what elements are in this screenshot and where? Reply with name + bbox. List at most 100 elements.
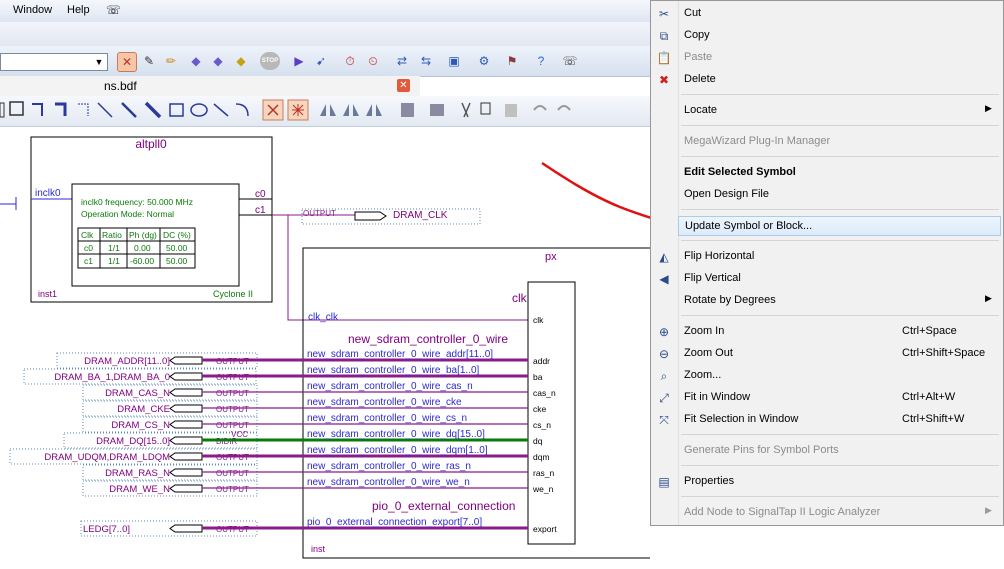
altpll-th-clk: Clk — [81, 230, 94, 240]
compile-icon[interactable]: ◆ — [187, 52, 205, 70]
menu-item-properties[interactable]: ▤ Properties — [651, 472, 1003, 492]
wire-label-1: new_sdram_controller_0_wire_ba[1..0] — [307, 365, 480, 376]
oval-tool-icon — [190, 103, 208, 117]
pin-name-5[interactable]: DRAM_DQ[15..0] — [96, 436, 170, 447]
analysis-icon[interactable]: ◆ — [209, 52, 227, 70]
signaltap-icon[interactable]: ⚑ — [503, 52, 521, 70]
block-editor-toolbar-icons — [0, 99, 571, 121]
programmer-icon[interactable]: ⚙ — [475, 52, 493, 70]
scissors-icon: ✂ — [658, 7, 670, 21]
pin-name-4[interactable]: DRAM_CS_N — [111, 420, 170, 431]
cut-icon — [461, 102, 471, 118]
port-0: addr — [533, 356, 550, 366]
synthesis-icon[interactable]: ◆ — [232, 52, 250, 70]
menu-item-fit-selection-in-window[interactable]: ⤧ Fit Selection in Window Ctrl+Shift+W — [651, 410, 1003, 430]
altpll-block[interactable] — [30, 136, 273, 303]
px-clk-port: clk — [533, 315, 544, 325]
stop-icon[interactable]: STOP — [260, 52, 280, 70]
px-inst: inst — [311, 544, 326, 554]
pin-name-7[interactable]: DRAM_RAS_N — [105, 468, 170, 479]
menu-item-label: Generate Pins for Symbol Ports — [684, 444, 839, 456]
rtl-viewer-icon[interactable]: ⇆ — [417, 52, 435, 70]
menu-item-zoom-out[interactable]: ⊖ Zoom Out Ctrl+Shift+Space — [651, 344, 1003, 364]
symbol-tool-icon — [9, 101, 24, 116]
menu-item-open-design-file[interactable]: Open Design File — [651, 185, 1003, 205]
menu-item-flip-vertical[interactable]: ◀ Flip Vertical — [651, 269, 1003, 289]
port-export: export — [533, 524, 557, 534]
menu-item-shortcut: Ctrl+Alt+W — [902, 391, 956, 403]
menu-item-update-symbol-or-block[interactable]: Update Symbol or Block... — [678, 216, 1001, 236]
pin-name-2[interactable]: DRAM_CAS_N — [105, 388, 170, 399]
delete-icon: ✖ — [658, 73, 670, 87]
menu-separator — [681, 434, 999, 435]
altpll-c1-ratio: 1/1 — [108, 256, 120, 266]
menu-help[interactable]: Help — [67, 4, 90, 16]
altpll-th-ratio: Ratio — [102, 230, 122, 240]
pen-icon[interactable]: ✎ — [140, 52, 158, 70]
start-icon[interactable]: ▶ — [290, 52, 308, 70]
selection-tool-icon[interactable]: ✕ — [117, 52, 137, 72]
pin-type-2: OUTPUT — [216, 389, 249, 398]
chip-planner-icon[interactable]: ▣ — [445, 52, 463, 70]
altpll-inclk0: inclk0 — [35, 188, 61, 199]
whats-this-icon[interactable]: ☏ — [561, 52, 579, 70]
menu-item-zoom[interactable]: ⌕ Zoom... — [651, 366, 1003, 386]
altpll-info-freq: inclk0 frequency: 50.000 MHz — [81, 197, 193, 207]
pin-name-ledg[interactable]: LEDG[7..0] — [83, 524, 130, 535]
port-5: dq — [533, 436, 543, 446]
menu-item-locate[interactable]: Locate ▶ — [651, 101, 1003, 121]
px-clk-title: clk — [512, 291, 528, 305]
menu-separator — [681, 94, 999, 95]
document-tab[interactable] — [0, 76, 420, 96]
dram-clk-pin-type: OUTPUT — [303, 209, 336, 218]
px-pio-title: pio_0_external_connection — [372, 499, 515, 513]
menu-item-paste: 📋 Paste — [651, 48, 1003, 68]
submenu-arrow-icon: ▶ — [985, 293, 992, 303]
menu-item-label: Fit Selection in Window — [684, 413, 799, 425]
px-clk-net: clk_clk — [308, 312, 339, 323]
menu-item-edit-selected-symbol[interactable]: Edit Selected Symbol — [651, 163, 1003, 183]
timing-icon[interactable]: ⏱ — [341, 52, 359, 70]
menu-window[interactable]: Window — [13, 4, 52, 16]
pin-shape-ledg — [169, 524, 203, 533]
altpll-c0-dc: 50.00 — [166, 243, 188, 253]
help-icon[interactable]: ? — [532, 52, 550, 70]
altpll-name: altpll0 — [135, 137, 167, 151]
pin-name-3[interactable]: DRAM_CKE — [117, 404, 170, 415]
whats-this-icon[interactable]: ☏ — [106, 3, 121, 17]
pin-name-6[interactable]: DRAM_UDQM,DRAM_LDQM — [44, 452, 170, 463]
zoom-in-icon: ⊕ — [658, 325, 670, 339]
pin-name-0[interactable]: DRAM_ADDR[11..0] — [84, 356, 170, 367]
fit-selection-icon: ⤧ — [659, 413, 669, 427]
start-analysis-icon[interactable]: ➹ — [312, 52, 330, 70]
pin-name-1[interactable]: DRAM_BA_1,DRAM_BA_0 — [54, 372, 170, 383]
wire-label-export: pio_0_external_connection_export[7..0] — [307, 517, 482, 528]
flip-horizontal-icon: ◭ — [659, 250, 669, 264]
netlist-icon[interactable]: ⇄ — [393, 52, 411, 70]
menu-item-flip-horizontal[interactable]: ◭ Flip Horizontal — [651, 247, 1003, 267]
menu-item-copy[interactable]: ⧉ Copy — [651, 26, 1003, 46]
zoom-out-icon: ⊖ — [658, 347, 670, 361]
menu-item-fit-in-window[interactable]: ⤢ Fit in Window Ctrl+Alt+W — [651, 388, 1003, 408]
px-name: px — [545, 251, 557, 263]
timing-analyzer-icon[interactable]: ⏲ — [364, 52, 382, 70]
altpll-device: Cyclone II — [213, 289, 253, 299]
menu-item-cut[interactable]: ✂ Cut — [651, 4, 1003, 24]
menu-item-delete[interactable]: ✖ Delete — [651, 70, 1003, 90]
pin-name-8[interactable]: DRAM_WE_N — [109, 484, 170, 495]
wire-label-2: new_sdram_controller_0_wire_cas_n — [307, 381, 473, 392]
menu-item-label: Copy — [684, 29, 710, 41]
dram-clk-pin-shape — [354, 211, 387, 221]
block-editor-toolbar — [0, 96, 650, 127]
menu-item-rotate-by-degrees[interactable]: Rotate by Degrees ▶ — [651, 291, 1003, 311]
pencil-icon[interactable]: ✏ — [162, 52, 180, 70]
menu-item-label: Cut — [684, 7, 702, 19]
menu-item-label: Add Node to SignalTap II Logic Analyzer — [684, 506, 881, 518]
copy-icon — [480, 102, 491, 115]
menu-item-zoom-in[interactable]: ⊕ Zoom In Ctrl+Space — [651, 322, 1003, 342]
menu-item-label: Zoom Out — [684, 347, 733, 359]
flip-horizontal-icon — [320, 104, 336, 116]
document-tab-title[interactable]: ns.bdf — [104, 79, 137, 93]
menu-separator — [681, 125, 999, 126]
close-icon[interactable]: ✕ — [397, 79, 410, 92]
